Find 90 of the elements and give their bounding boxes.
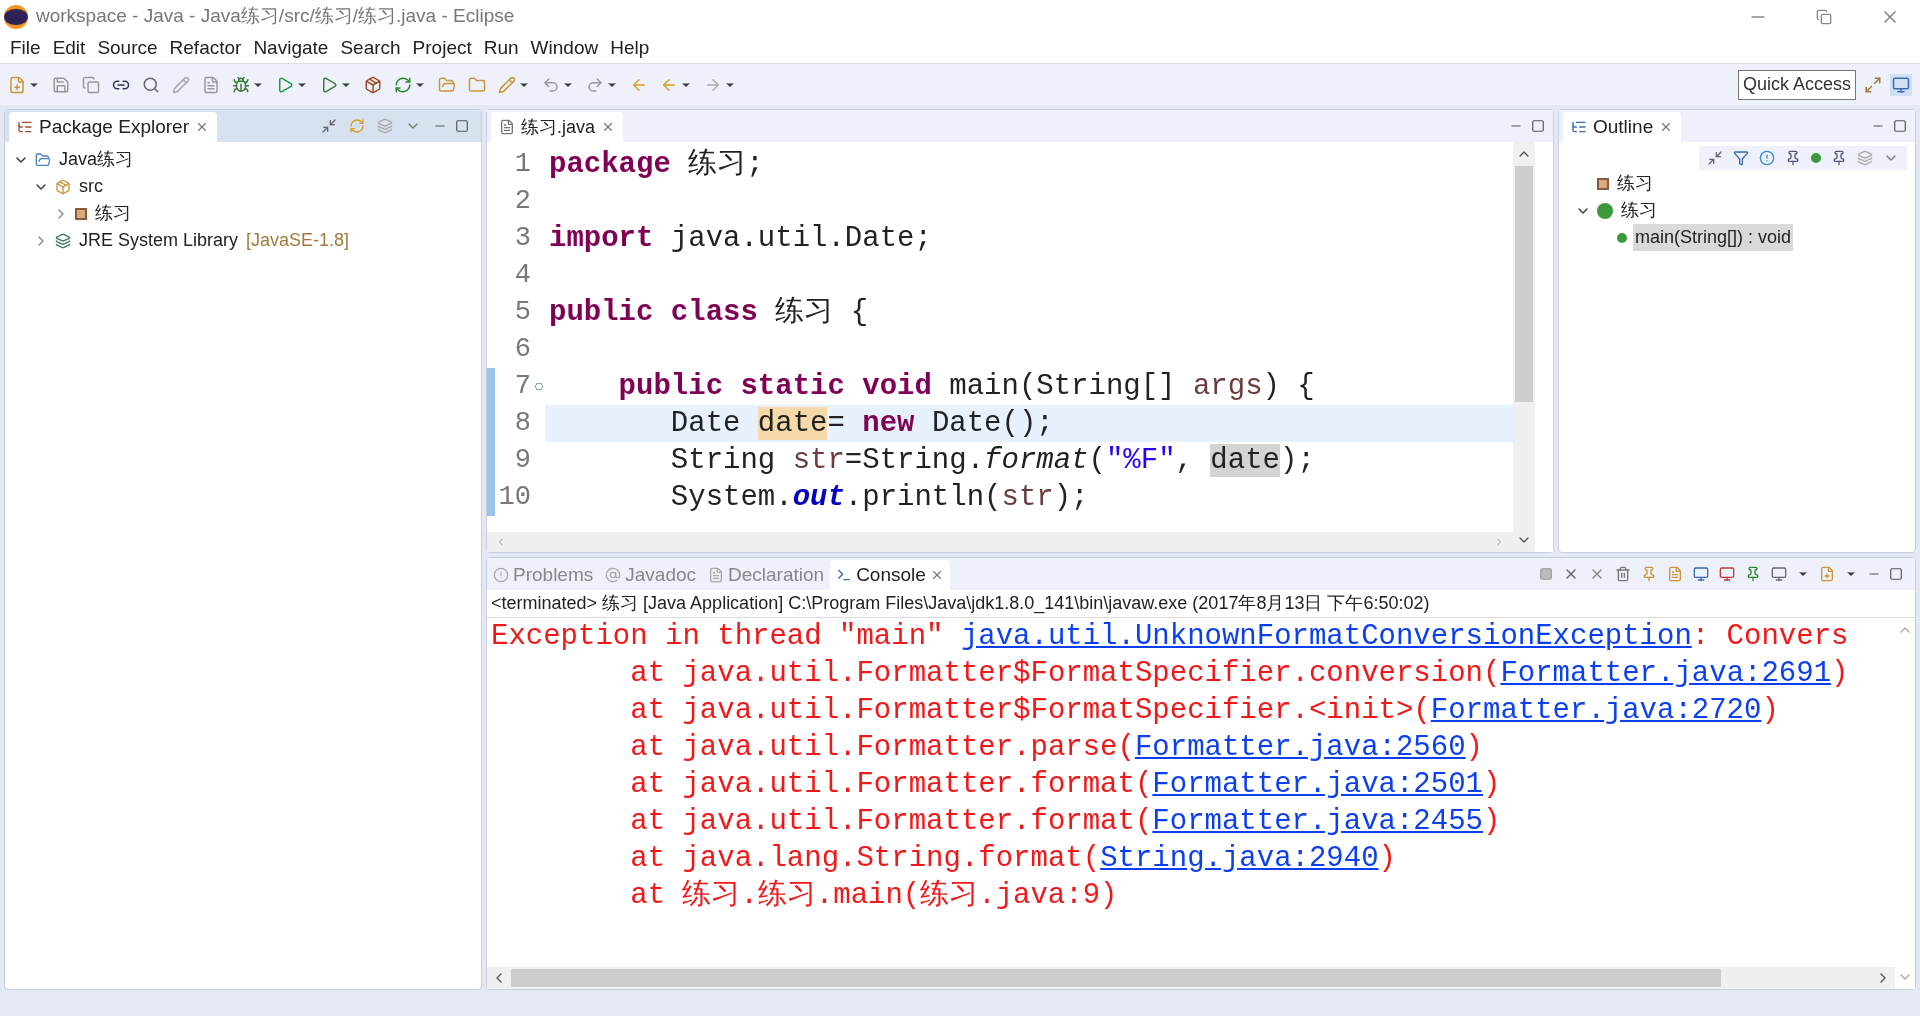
maximize-icon[interactable] <box>1889 567 1903 581</box>
menu-item[interactable]: Source <box>91 33 164 63</box>
launch-status: <terminated> 练习 [Java Application] C:\Program Files\Java\jdk1.8.0_141\bin\javaw.exe (2017年8月13日 下午6:50:02) <box>487 590 1915 618</box>
stack-trace-link[interactable]: String.java:2940 <box>1100 842 1379 875</box>
menu-item[interactable]: Help <box>604 33 656 63</box>
code-line: System.out.println(str); <box>669 480 1090 516</box>
stack-trace-link[interactable]: Formatter.java:2501 <box>1152 768 1483 801</box>
tree-item[interactable]: 练习 <box>1615 170 1655 197</box>
display-console-icon[interactable] <box>1771 566 1787 582</box>
tree-item[interactable]: 练习 <box>1619 197 1659 224</box>
outline-icon <box>1571 119 1587 135</box>
pencil-icon[interactable] <box>172 75 190 94</box>
collapse-all-icon[interactable] <box>321 118 337 134</box>
menu-item[interactable]: File <box>4 33 47 63</box>
tree-item[interactable]: JRE System Library <box>77 227 241 254</box>
run-tool-icon[interactable] <box>320 75 338 94</box>
tree-item[interactable]: main(String[]) : void <box>1633 224 1794 251</box>
search-icon[interactable] <box>142 75 160 94</box>
save-all-icon[interactable] <box>82 75 100 94</box>
tab-icon <box>605 567 622 583</box>
package-explorer-icon <box>17 119 33 135</box>
document-icon[interactable] <box>202 75 220 94</box>
code-line: public static void main(String[] args) { <box>617 369 1316 405</box>
stack-trace-link[interactable]: Formatter.java:2691 <box>1500 657 1832 690</box>
save-icon[interactable] <box>52 75 70 94</box>
menu-item[interactable]: Edit <box>46 33 92 63</box>
bug-icon[interactable] <box>232 75 250 94</box>
tab-icon <box>708 567 725 583</box>
menu-item[interactable]: Refactor <box>163 33 248 63</box>
package-explorer-tab[interactable]: Package Explorer <box>9 112 217 142</box>
menu-item[interactable]: Window <box>524 33 605 63</box>
code-line: String str=String.format("%F", date); <box>669 443 1316 479</box>
hide-nonpublic-icon[interactable] <box>1811 153 1821 163</box>
open-folder-icon[interactable] <box>438 75 456 94</box>
clear-console-icon[interactable] <box>1615 566 1631 582</box>
menu-item[interactable]: Project <box>406 33 478 63</box>
eclipse-logo-icon <box>4 4 28 29</box>
tree-item[interactable]: Java练习 <box>57 146 136 173</box>
code-line: package 练习; <box>548 147 765 183</box>
code-line: public class 练习 { <box>548 295 870 331</box>
collapse-all-icon[interactable] <box>1707 150 1723 166</box>
console-line: at 练习.练习.main(练习.java:9) <box>629 878 1119 914</box>
horizontal-scrollbar[interactable] <box>487 967 1895 989</box>
method-icon <box>1617 232 1627 243</box>
console-line: at java.util.Formatter$FormatSpecifier.conversion(Formatter.java:2691) <box>629 656 1850 692</box>
console-line: at java.util.Formatter$FormatSpecifier.<init>(Formatter.java:2720) <box>629 693 1780 729</box>
outline-tab[interactable]: Outline <box>1563 112 1682 142</box>
class-icon <box>1597 202 1613 219</box>
maximize-icon[interactable] <box>1531 119 1545 133</box>
view-tab[interactable]: Console <box>830 560 950 590</box>
window-title: workspace - Java - Java练习/src/练习/练习.java - Eclipse <box>36 4 515 29</box>
menu-item[interactable]: Navigate <box>247 33 335 63</box>
stack-trace-link[interactable]: java.util.UnknownFormatConversionException <box>960 620 1692 653</box>
pin-console-icon[interactable] <box>1745 566 1761 582</box>
stack-trace-link[interactable]: Formatter.java:2560 <box>1134 731 1466 764</box>
console-line: at java.util.Formatter.format(Formatter.java:2501) <box>629 767 1502 803</box>
console-line: at java.lang.String.format(String.java:2940) <box>629 841 1397 877</box>
line-number: 7 <box>487 368 545 405</box>
library-icon <box>55 232 71 249</box>
stack-trace-link[interactable]: Formatter.java:2455 <box>1152 805 1483 838</box>
library-version-label: [JavaSE-1.8] <box>246 229 350 252</box>
package-icon <box>75 207 87 220</box>
console-line: Exception in thread "main" java.util.UnknownFormatConversionException: Convers <box>491 619 1850 655</box>
java-file-icon <box>499 119 515 135</box>
vertical-scrollbar[interactable] <box>1513 142 1535 552</box>
quick-access-field[interactable]: Quick Access <box>1738 69 1856 100</box>
package-icon[interactable] <box>364 75 382 94</box>
stack-trace-link[interactable]: Formatter.java:2720 <box>1430 694 1762 727</box>
tab-label: 练习.java <box>521 115 596 139</box>
console-line: at java.util.Formatter.format(Formatter.java:2455) <box>629 804 1502 840</box>
source-folder-icon <box>55 178 71 195</box>
maximize-icon[interactable] <box>1893 119 1907 133</box>
tab-label: Outline <box>1593 114 1654 139</box>
console-line: at java.util.Formatter.parse(Formatter.java:2560) <box>629 730 1484 766</box>
package-icon <box>1597 177 1609 190</box>
tab-icon <box>836 567 853 583</box>
code-line: import java.util.Date; <box>548 221 933 257</box>
menu-item[interactable]: Search <box>334 33 407 63</box>
menu-item[interactable]: Run <box>477 33 525 63</box>
tree-item[interactable]: src <box>77 173 105 200</box>
maximize-icon[interactable] <box>455 119 469 133</box>
tab-label: Package Explorer <box>39 114 189 139</box>
tab-icon <box>493 567 509 583</box>
folder-icon[interactable] <box>468 75 486 94</box>
terminate-icon[interactable] <box>1539 567 1553 581</box>
refresh-icon[interactable] <box>394 75 412 94</box>
project-folder-icon <box>35 151 51 168</box>
editor-tab[interactable]: 练习.java <box>491 112 624 142</box>
tree-item[interactable]: 练习 <box>93 200 133 227</box>
restore-icon[interactable] <box>1816 8 1832 25</box>
